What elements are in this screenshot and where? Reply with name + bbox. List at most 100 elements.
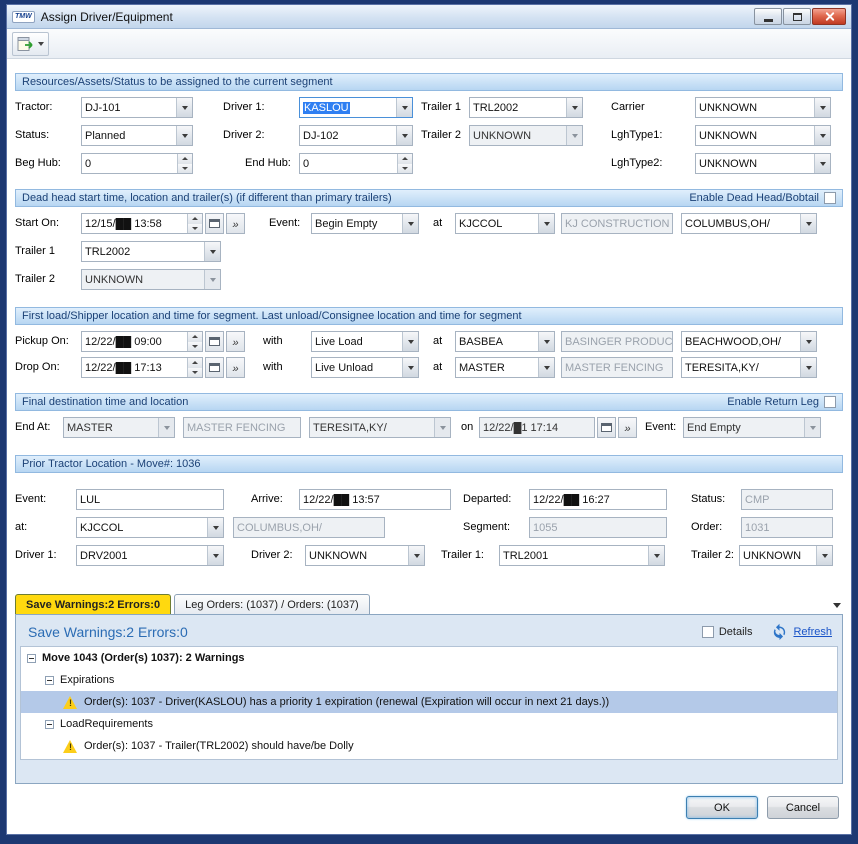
pickup-location-combo[interactable]: BASBEA bbox=[455, 331, 555, 352]
tractor-combo[interactable]: DJ-101 bbox=[81, 97, 193, 118]
tree-move-row[interactable]: Move 1043 (Order(s) 1037): 2 Warnings bbox=[21, 647, 837, 669]
chevron-down-icon[interactable] bbox=[648, 546, 664, 565]
lghtype1-combo[interactable]: UNKNOWN bbox=[695, 125, 831, 146]
start-on-input[interactable]: 12/15/██ 13:58 bbox=[81, 213, 203, 234]
dh-trailer1-combo[interactable]: TRL2002 bbox=[81, 241, 221, 262]
open-report-button[interactable] bbox=[12, 32, 49, 56]
cancel-button[interactable]: Cancel bbox=[767, 796, 839, 819]
drop-event-combo[interactable]: Live Unload bbox=[311, 357, 419, 378]
expand-datetime-button[interactable] bbox=[226, 331, 245, 352]
drop-location-combo[interactable]: MASTER bbox=[455, 357, 555, 378]
calendar-button[interactable] bbox=[205, 357, 224, 378]
chevron-down-icon[interactable] bbox=[814, 154, 830, 173]
calendar-button[interactable] bbox=[205, 331, 224, 352]
final-header-text: Final destination time and location bbox=[22, 396, 188, 408]
expand-datetime-button[interactable] bbox=[226, 357, 245, 378]
chevron-down-icon[interactable] bbox=[402, 332, 418, 351]
endhub-stepper[interactable]: 0 bbox=[299, 153, 413, 174]
prior-location-combo[interactable]: KJCCOL bbox=[76, 517, 224, 538]
tree-expiration-warning-row[interactable]: Order(s): 1037 - Driver(KASLOU) has a pr… bbox=[21, 691, 837, 713]
chevron-down-icon[interactable] bbox=[538, 358, 554, 377]
prior-event-field[interactable]: LUL bbox=[76, 489, 224, 510]
driver1-combo[interactable]: KASLOU bbox=[299, 97, 413, 118]
collapse-icon[interactable] bbox=[27, 654, 36, 663]
trailer1-combo[interactable]: TRL2002 bbox=[469, 97, 583, 118]
prior-trailer2-combo[interactable]: UNKNOWN bbox=[739, 545, 833, 566]
prior-driver1-label: Driver 1: bbox=[15, 549, 57, 561]
enable-return-leg-checkbox[interactable] bbox=[824, 396, 836, 408]
final-destination-section: End At: MASTER MASTER FENCING TERESITA,K… bbox=[7, 411, 851, 443]
spinner-icon[interactable] bbox=[177, 154, 192, 173]
prior-driver2-combo[interactable]: UNKNOWN bbox=[305, 545, 425, 566]
enable-deadhead-checkbox[interactable] bbox=[824, 192, 836, 204]
refresh-link[interactable]: Refresh bbox=[793, 626, 832, 638]
chevron-down-icon[interactable] bbox=[176, 126, 192, 145]
chevron-down-icon[interactable] bbox=[176, 98, 192, 117]
chevron-down-icon[interactable] bbox=[800, 358, 816, 377]
pickup-event-combo[interactable]: Live Load bbox=[311, 331, 419, 352]
dh-location-combo[interactable]: KJCCOL bbox=[455, 213, 555, 234]
spinner-icon[interactable] bbox=[187, 332, 202, 351]
tree-expirations-row[interactable]: Expirations bbox=[21, 669, 837, 691]
tab-overflow-icon[interactable] bbox=[833, 603, 841, 608]
drop-city-combo[interactable]: TERESITA,KY/ bbox=[681, 357, 817, 378]
chevron-down-icon[interactable] bbox=[566, 98, 582, 117]
chevron-down-icon[interactable] bbox=[402, 358, 418, 377]
beghub-stepper[interactable]: 0 bbox=[81, 153, 193, 174]
chevron-down-icon[interactable] bbox=[538, 214, 554, 233]
chevron-down-icon[interactable] bbox=[408, 546, 424, 565]
chevron-down-icon[interactable] bbox=[396, 126, 412, 145]
chevron-down-icon[interactable] bbox=[402, 214, 418, 233]
spinner-icon[interactable] bbox=[187, 214, 202, 233]
prior-event-label: Event: bbox=[15, 493, 46, 505]
expand-datetime-button[interactable] bbox=[226, 213, 245, 234]
departed-field[interactable]: 12/22/██ 16:27 bbox=[529, 489, 667, 510]
minimize-button[interactable] bbox=[754, 8, 782, 25]
chevron-down-icon[interactable] bbox=[814, 126, 830, 145]
pickup-on-input[interactable]: 12/22/██ 09:00 bbox=[81, 331, 203, 352]
chevron-down-icon[interactable] bbox=[800, 214, 816, 233]
maximize-button[interactable] bbox=[783, 8, 811, 25]
tab-leg-orders-label: Leg Orders: (1037) / Orders: (1037) bbox=[185, 599, 359, 611]
prior-driver1-combo[interactable]: DRV2001 bbox=[76, 545, 224, 566]
close-button[interactable] bbox=[812, 8, 846, 25]
status-combo[interactable]: Planned bbox=[81, 125, 193, 146]
chevron-down-icon[interactable] bbox=[814, 98, 830, 117]
arrive-field[interactable]: 12/22/██ 13:57 bbox=[299, 489, 451, 510]
calendar-button[interactable] bbox=[205, 213, 224, 234]
tree-loadreq-warning-row[interactable]: Order(s): 1037 - Trailer(TRL2002) should… bbox=[21, 735, 837, 757]
pickup-city-combo[interactable]: BEACHWOOD,OH/ bbox=[681, 331, 817, 352]
arrive-value: 12/22/██ 13:57 bbox=[300, 494, 450, 506]
dh-event-value: Begin Empty bbox=[312, 218, 402, 230]
refresh-icon[interactable] bbox=[771, 623, 788, 640]
lghtype2-combo[interactable]: UNKNOWN bbox=[695, 153, 831, 174]
chevron-down-icon[interactable] bbox=[207, 518, 223, 537]
tab-save-warnings[interactable]: Save Warnings:2 Errors:0 bbox=[15, 594, 171, 614]
drop-on-input[interactable]: 12/22/██ 17:13 bbox=[81, 357, 203, 378]
chevron-down-icon[interactable] bbox=[816, 546, 832, 565]
start-on-value: 12/15/██ 13:58 bbox=[82, 218, 187, 230]
chevron-down-icon[interactable] bbox=[204, 242, 220, 261]
prior-driver2-label: Driver 2: bbox=[251, 549, 293, 561]
carrier-combo[interactable]: UNKNOWN bbox=[695, 97, 831, 118]
prior-trailer1-combo[interactable]: TRL2001 bbox=[499, 545, 665, 566]
tree-loadrequirements-row[interactable]: LoadRequirements bbox=[21, 713, 837, 735]
tractor-label: Tractor: bbox=[15, 101, 53, 113]
driver2-combo[interactable]: DJ-102 bbox=[299, 125, 413, 146]
spinner-icon[interactable] bbox=[187, 358, 202, 377]
tab-leg-orders[interactable]: Leg Orders: (1037) / Orders: (1037) bbox=[174, 594, 370, 614]
dh-trailer2-label: Trailer 2 bbox=[15, 273, 55, 285]
chevron-down-icon[interactable] bbox=[800, 332, 816, 351]
details-checkbox[interactable] bbox=[702, 626, 714, 638]
collapse-icon[interactable] bbox=[45, 720, 54, 729]
dh-event-combo[interactable]: Begin Empty bbox=[311, 213, 419, 234]
calendar-button[interactable] bbox=[597, 417, 616, 438]
chevron-down-icon[interactable] bbox=[538, 332, 554, 351]
collapse-icon[interactable] bbox=[45, 676, 54, 685]
ok-button[interactable]: OK bbox=[686, 796, 758, 819]
dh-city-combo[interactable]: COLUMBUS,OH/ bbox=[681, 213, 817, 234]
chevron-down-icon[interactable] bbox=[396, 98, 412, 117]
chevron-down-icon[interactable] bbox=[207, 546, 223, 565]
spinner-icon[interactable] bbox=[397, 154, 412, 173]
expand-datetime-button[interactable] bbox=[618, 417, 637, 438]
